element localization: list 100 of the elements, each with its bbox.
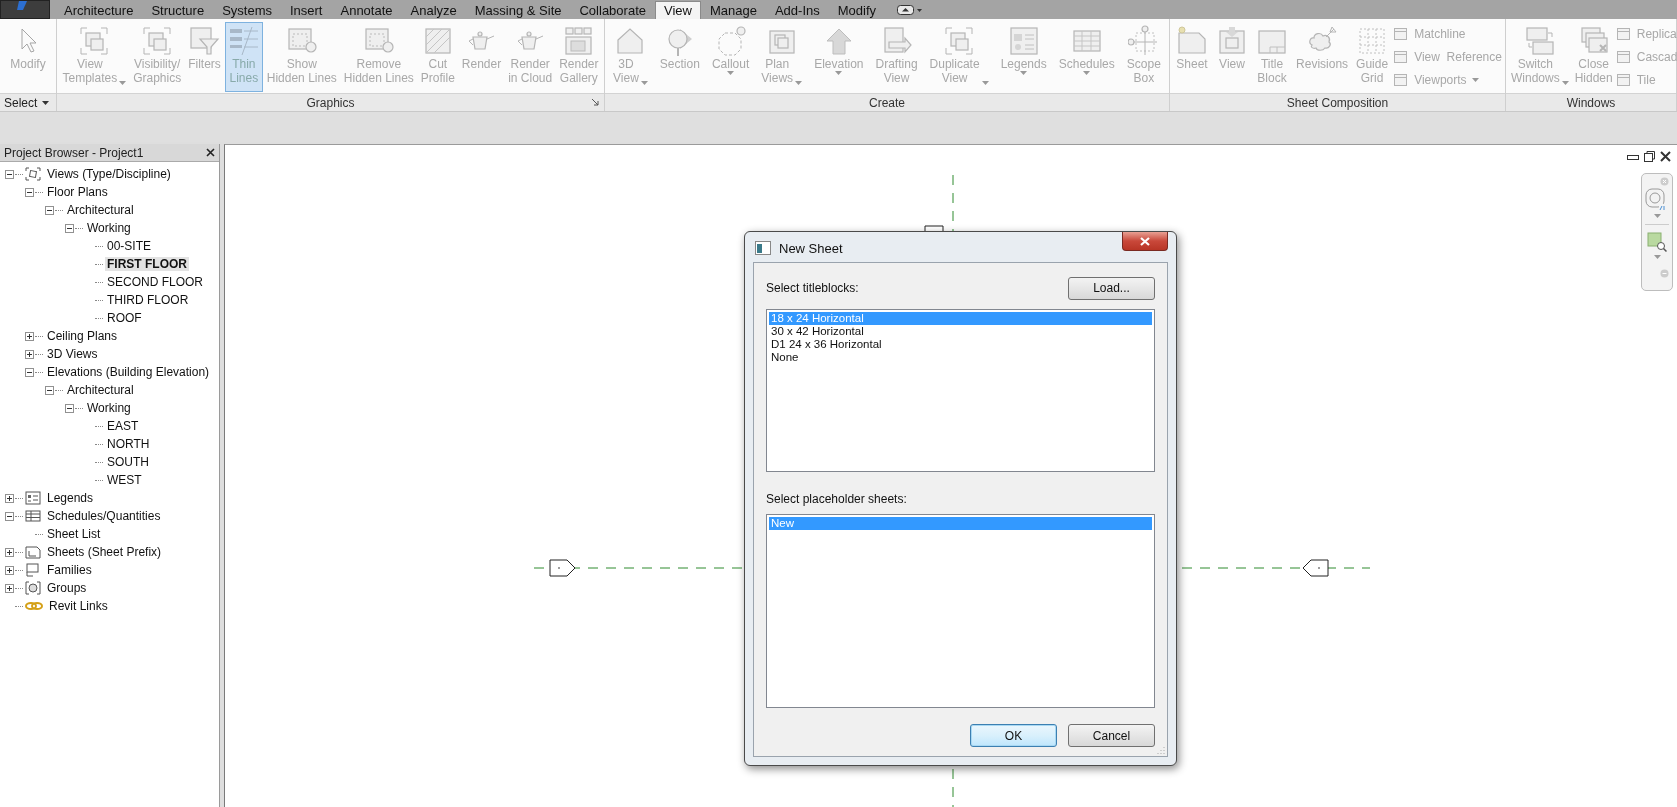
tree-item[interactable]: THIRD FLOOR bbox=[105, 293, 191, 307]
caret-icon bbox=[1653, 255, 1661, 259]
ribbon-tab[interactable]: Architecture bbox=[55, 1, 143, 19]
tree-item[interactable]: Revit Links bbox=[47, 599, 110, 613]
tree-item[interactable]: SECOND FLOOR bbox=[105, 275, 205, 289]
tree-item[interactable]: Working bbox=[85, 401, 133, 415]
sheet-icon bbox=[1176, 25, 1208, 57]
frame-icon bbox=[141, 25, 174, 57]
list-item[interactable]: D1 24 x 36 Horizontal bbox=[769, 338, 1152, 351]
list-item[interactable]: 30 x 42 Horizontal bbox=[769, 325, 1152, 338]
tree-item[interactable]: EAST bbox=[105, 419, 141, 433]
close-button[interactable] bbox=[1660, 151, 1671, 162]
small-window-icon bbox=[1615, 72, 1632, 88]
tree-item[interactable]: Families bbox=[45, 563, 94, 577]
caret-icon bbox=[727, 71, 735, 75]
ribbon-tab[interactable]: Annotate bbox=[331, 1, 402, 19]
cancel-button[interactable]: Cancel bbox=[1068, 724, 1155, 747]
table-icon bbox=[25, 509, 41, 523]
ribbon-tab[interactable]: Insert bbox=[280, 1, 332, 19]
diagonal-arrow-icon bbox=[592, 99, 600, 107]
caret-icon bbox=[42, 100, 50, 105]
sheet-icon bbox=[25, 545, 41, 559]
tree-item[interactable]: Architectural bbox=[65, 383, 136, 397]
caret-icon bbox=[1653, 214, 1661, 218]
ribbon-tab[interactable]: Add-Ins bbox=[765, 1, 829, 19]
close-button[interactable] bbox=[206, 148, 215, 157]
field-label: Select titleblocks: bbox=[766, 281, 859, 295]
ribbon-tab[interactable]: Massing & Site bbox=[465, 1, 571, 19]
tree-item[interactable]: SOUTH bbox=[105, 455, 151, 469]
tree-item[interactable]: Legends bbox=[45, 491, 96, 505]
tree-item[interactable]: Elevations (Building Elevation) bbox=[45, 365, 212, 379]
expand-toggle[interactable] bbox=[5, 583, 14, 593]
zoom-region-icon[interactable] bbox=[1646, 231, 1668, 253]
legend-icon bbox=[1007, 25, 1040, 57]
frame-icon bbox=[78, 25, 111, 57]
panel-title: Project Browser - Project1 bbox=[4, 145, 144, 160]
elevation-marker bbox=[1301, 559, 1329, 577]
ok-button[interactable]: OK bbox=[970, 724, 1057, 747]
expand-toggle[interactable] bbox=[5, 547, 14, 557]
expand-toggle[interactable] bbox=[25, 331, 34, 341]
group-icon bbox=[25, 581, 41, 595]
tree-item[interactable]: Working bbox=[85, 221, 133, 235]
tree-item[interactable]: NORTH bbox=[105, 437, 152, 451]
caret-icon bbox=[1020, 71, 1028, 75]
caret-icon bbox=[1561, 81, 1569, 85]
field-label: Select placeholder sheets: bbox=[766, 492, 908, 506]
collapse-toggle[interactable] bbox=[25, 367, 34, 377]
tree-item[interactable]: Schedules/Quantities bbox=[45, 509, 163, 523]
toggle-icon bbox=[897, 5, 924, 15]
collapse-toggle[interactable] bbox=[45, 385, 54, 395]
ribbon-tab[interactable]: Collaborate bbox=[570, 1, 655, 19]
collapse-toggle[interactable] bbox=[5, 169, 14, 179]
ribbon-tab[interactable]: Modify bbox=[828, 1, 886, 19]
ribbon-tab[interactable]: Systems bbox=[213, 1, 281, 19]
titleblock-list[interactable]: 18 x 24 Horizontal 30 x 42 Horizontal D1 24 x 36 Horizontal None bbox=[766, 309, 1155, 472]
application-menu-button[interactable] bbox=[0, 0, 50, 19]
tree-item[interactable]: ROOF bbox=[105, 311, 144, 325]
tree-item[interactable]: 00-SITE bbox=[105, 239, 153, 253]
gallery-icon bbox=[562, 25, 595, 57]
resize-grip-icon[interactable] bbox=[1157, 746, 1165, 754]
tree-item[interactable]: 3D Views bbox=[45, 347, 100, 361]
expand-toggle[interactable] bbox=[25, 349, 34, 359]
collapse-toggle[interactable] bbox=[65, 403, 74, 413]
caret-icon bbox=[640, 81, 648, 85]
ribbon-tab[interactable]: Analyze bbox=[401, 1, 466, 19]
tree-item[interactable]: Sheet List bbox=[45, 527, 103, 541]
crosshair-box-icon bbox=[1127, 25, 1160, 57]
frame-icon bbox=[943, 25, 976, 57]
tree-item[interactable]: Architectural bbox=[65, 203, 136, 217]
caret-icon bbox=[119, 81, 127, 85]
collapse-toggle[interactable] bbox=[5, 511, 14, 521]
legend-icon bbox=[25, 491, 41, 505]
funnel-icon bbox=[188, 25, 221, 57]
tree-item[interactable]: Groups bbox=[45, 581, 89, 595]
tree-item[interactable]: Floor Plans bbox=[45, 185, 110, 199]
restore-button[interactable] bbox=[1644, 151, 1655, 162]
collapse-toggle[interactable] bbox=[65, 223, 74, 233]
caret-icon bbox=[1083, 71, 1091, 75]
list-item[interactable]: None bbox=[769, 351, 1152, 364]
tree-item[interactable]: Sheets (Sheet Prefix) bbox=[45, 545, 164, 559]
dialog-title: New Sheet bbox=[779, 241, 843, 256]
panel-title: Create bbox=[869, 95, 905, 110]
collapse-toggle[interactable] bbox=[25, 187, 34, 197]
tree-item[interactable]: Views (Type/Discipline) bbox=[45, 167, 173, 181]
lines-icon bbox=[227, 25, 260, 57]
expand-toggle[interactable] bbox=[5, 565, 14, 575]
drawing-canvas[interactable]: New Sheet Select titleblocks: Load... 18 x 24 Horizontal 30 x 42 Horizontal D1 24 x 36 Horizontal None Select placeholder sheets: New OK Cancel bbox=[224, 144, 1677, 807]
load-button[interactable]: Load... bbox=[1068, 276, 1155, 300]
ribbon-tab[interactable]: Structure bbox=[142, 1, 214, 19]
panel-title: Graphics bbox=[306, 95, 355, 110]
close-button[interactable] bbox=[1122, 232, 1168, 251]
caret-icon bbox=[1471, 78, 1479, 82]
ribbon-tab[interactable]: View bbox=[655, 1, 701, 19]
expand-toggle[interactable] bbox=[5, 493, 14, 503]
collapse-toggle[interactable] bbox=[45, 205, 54, 215]
tree-item[interactable]: FIRST FLOOR bbox=[105, 257, 189, 271]
tree-item[interactable]: WEST bbox=[105, 473, 144, 487]
ribbon-tab[interactable]: Manage bbox=[700, 1, 766, 19]
small-window-icon bbox=[1393, 72, 1410, 88]
tree-item[interactable]: Ceiling Plans bbox=[45, 329, 120, 343]
